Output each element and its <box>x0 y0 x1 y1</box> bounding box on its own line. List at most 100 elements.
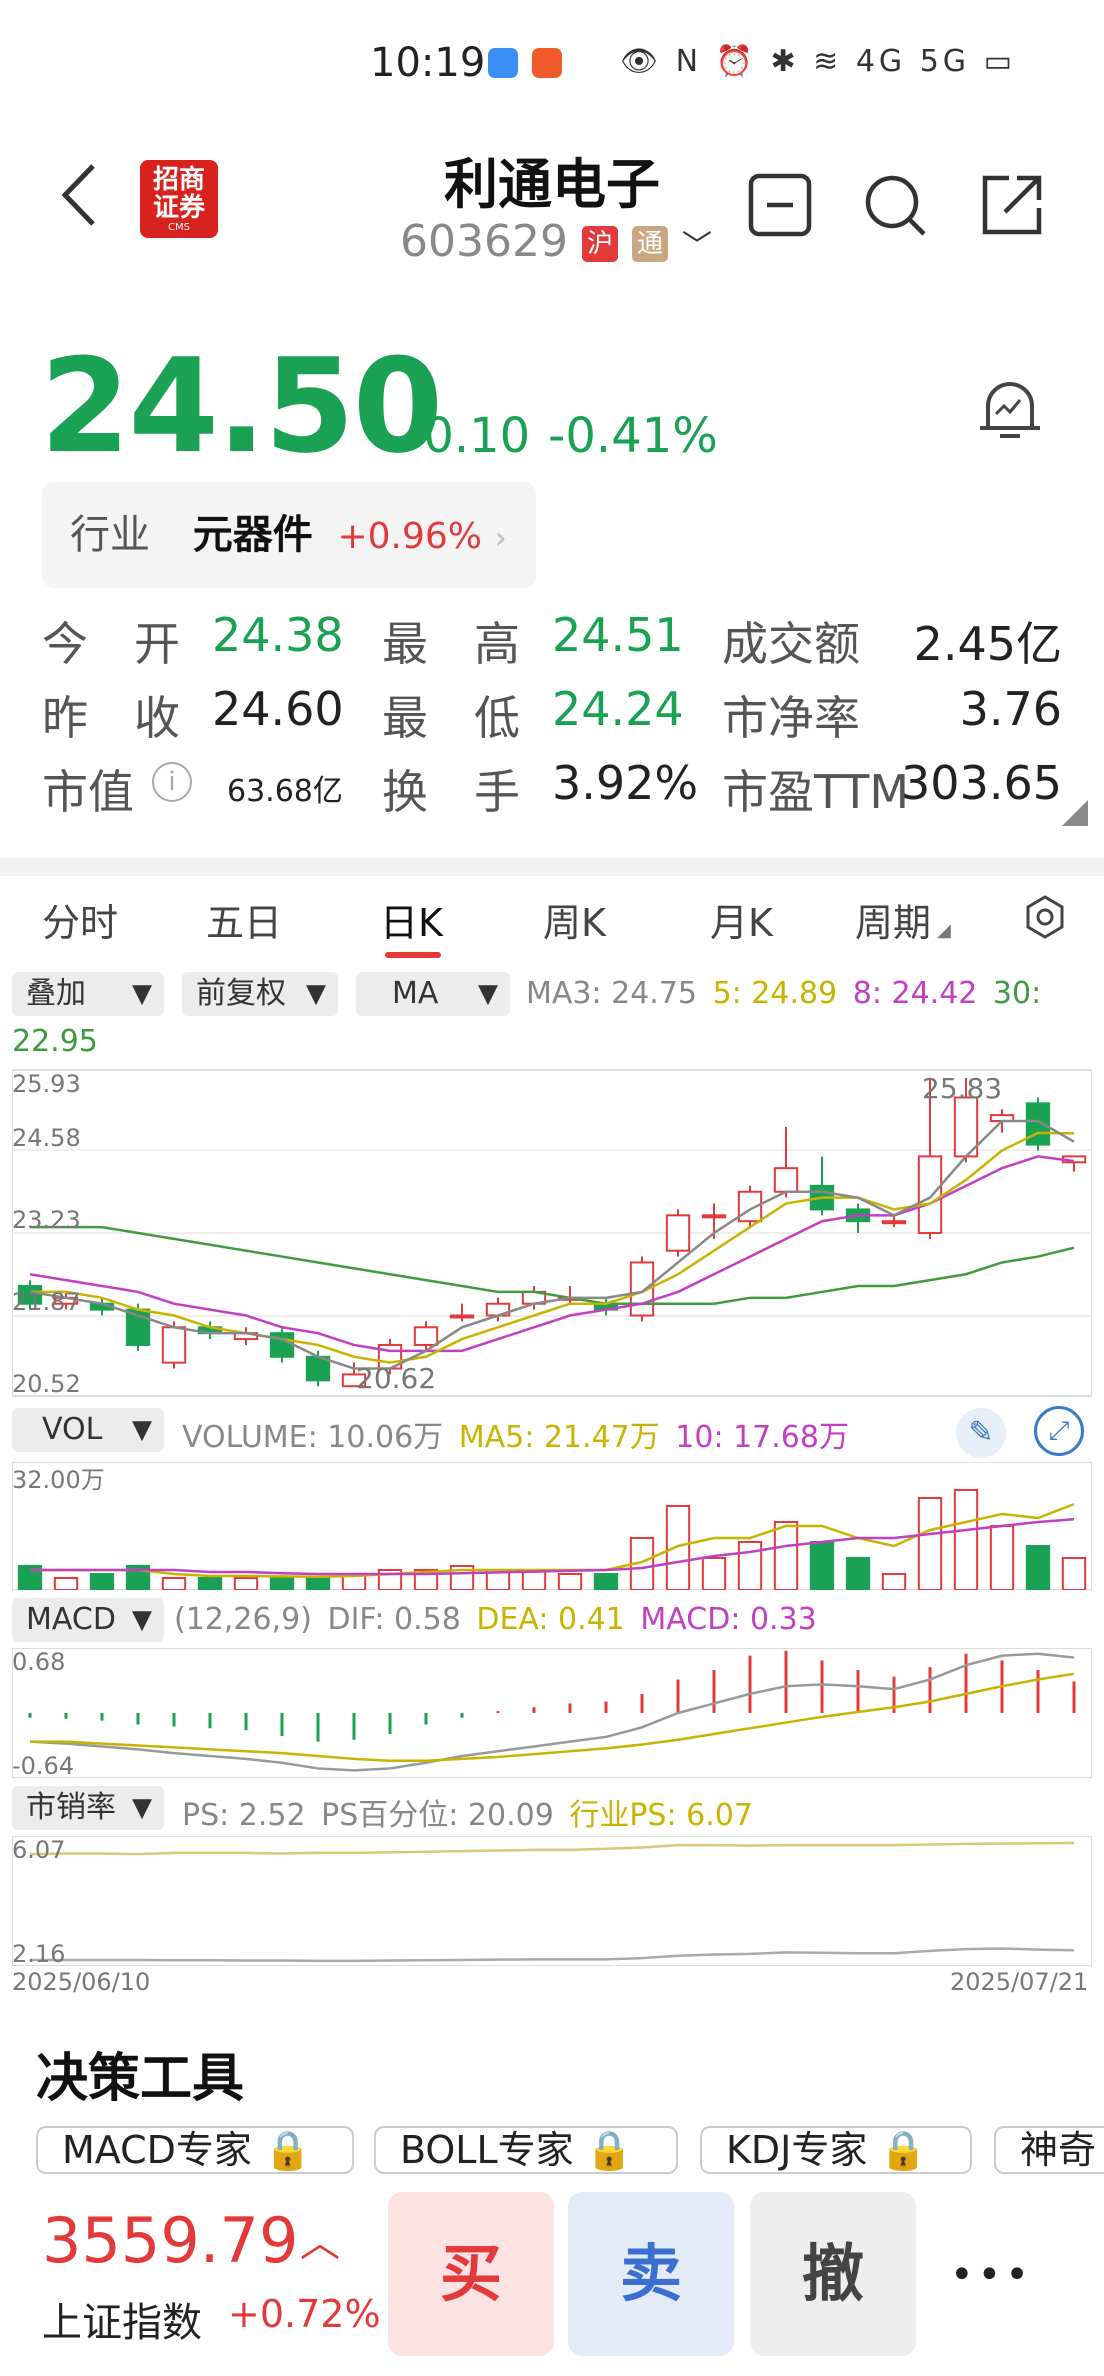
kline-chart[interactable] <box>12 1068 1092 1398</box>
tab-weekly-k[interactable]: 周K <box>543 892 606 947</box>
volume-bar <box>1061 1557 1087 1590</box>
overlay-select[interactable]: 叠加 ▼ <box>12 972 164 1016</box>
industry-change: +0.96% <box>337 516 482 557</box>
ma-select[interactable]: MA ▼ <box>356 972 510 1016</box>
macd-y-bottom: -0.64 <box>12 1752 75 1780</box>
cloud-notification-icon <box>488 48 518 78</box>
macd-chart[interactable] <box>12 1648 1092 1778</box>
industry-ps-line <box>29 1841 1075 1856</box>
volume-bar <box>197 1577 223 1590</box>
high-value: 24.51 <box>552 608 684 662</box>
low-value: 24.24 <box>552 682 684 736</box>
dropdown-arrow-icon: ▼ <box>478 979 498 1009</box>
volume-bar <box>269 1577 295 1590</box>
cancel-order-button[interactable]: 撤 <box>750 2192 916 2356</box>
industry-ps: 行业PS: 6.07 <box>569 1798 753 1833</box>
adjust-select[interactable]: 前复权 ▼ <box>182 972 338 1016</box>
buy-button[interactable]: 买 <box>388 2192 554 2356</box>
ps-chart[interactable] <box>12 1836 1092 1966</box>
remove-watchlist-icon[interactable] <box>745 170 815 240</box>
chevron-down-icon: ﹀ <box>681 229 712 264</box>
search-icon[interactable] <box>860 170 930 240</box>
ma3-line <box>29 1119 1075 1370</box>
fullscreen-icon[interactable]: ⤢ <box>1034 1406 1084 1456</box>
dropdown-arrow-icon: ▼ <box>132 979 152 1009</box>
ps-percentile: PS百分位: 20.09 <box>321 1798 554 1833</box>
quote-stats: 今 开 24.38 最 高 24.51 成交额 2.45亿 昨 收 24.60 … <box>42 600 1062 822</box>
info-icon[interactable]: i <box>152 762 192 802</box>
bottom-bar: 3559.79 ︿ 上证指数 +0.72% 买 卖 撤 ••• <box>0 2180 1104 2376</box>
stock-title[interactable]: 利通电子 <box>0 140 1104 219</box>
volume-bar <box>953 1489 979 1590</box>
overlay-select-label: 叠加 <box>26 976 86 1011</box>
kline-min-label: 20.62 <box>356 1362 437 1395</box>
period-tabs: 分时 五日 日K 周K 月K 周期 ◢ <box>0 880 1104 960</box>
tab-intraday[interactable]: 分时 <box>42 892 118 947</box>
macd-select[interactable]: MACD ▼ <box>12 1598 164 1642</box>
prev-close-value: 24.60 <box>212 682 344 736</box>
pe-value: 303.65 <box>901 756 1062 810</box>
magic-chip[interactable]: 神奇 <box>994 2126 1104 2174</box>
sell-button[interactable]: 卖 <box>568 2192 734 2356</box>
date-end: 2025/07/21 <box>950 1968 1089 1996</box>
candle-body <box>881 1220 907 1225</box>
volume-bar <box>89 1573 115 1590</box>
macd-select-label: MACD <box>26 1602 116 1637</box>
price-change-pct: -0.41% <box>548 408 718 464</box>
pb-label: 市净率 <box>722 691 860 745</box>
turnover-amt-value: 2.45亿 <box>913 617 1062 671</box>
tab-period[interactable]: 周期 <box>855 892 931 947</box>
date-start: 2025/06/10 <box>12 1968 151 1996</box>
index-value[interactable]: 3559.79 <box>42 2204 298 2277</box>
market-tag: 沪 <box>581 226 618 262</box>
macd-dif: DIF: 0.58 <box>327 1602 461 1637</box>
volume-chart[interactable] <box>12 1462 1092 1590</box>
settings-gear-icon[interactable] <box>1022 894 1068 940</box>
chevron-up-icon: ︿ <box>300 2220 340 2266</box>
macd-params: (12,26,9) <box>174 1602 312 1637</box>
index-name: 上证指数 <box>42 2300 202 2346</box>
price-alert-bell-icon[interactable] <box>970 370 1050 450</box>
macd-expert-chip[interactable]: MACD专家 🔒 <box>36 2126 354 2174</box>
active-tab-indicator <box>385 952 441 958</box>
tab-monthly-k[interactable]: 月K <box>710 892 773 947</box>
volume-legend: VOLUME: 10.06万 MA5: 21.47万 10: 17.68万 <box>182 1412 849 1456</box>
volume-bar <box>809 1541 835 1590</box>
volume-bar <box>701 1557 727 1590</box>
boll-expert-chip[interactable]: BOLL专家 🔒 <box>374 2126 678 2174</box>
mcap-label: 市值 <box>42 765 134 819</box>
share-icon[interactable] <box>975 170 1045 240</box>
more-icon[interactable]: ••• <box>950 2252 1033 2298</box>
ps-legend: PS: 2.52 PS百分位: 20.09 行业PS: 6.07 <box>182 1790 753 1834</box>
volume-y-label: 32.00万 <box>12 1466 105 1494</box>
macd-y-top: 0.68 <box>12 1648 66 1676</box>
kdj-expert-chip[interactable]: KDJ专家 🔒 <box>700 2126 972 2174</box>
ps-y-bottom: 2.16 <box>12 1940 66 1968</box>
volume-bar <box>53 1577 79 1590</box>
draw-pencil-icon[interactable]: ✎ <box>956 1408 1006 1458</box>
tab-five-day[interactable]: 五日 <box>206 892 282 947</box>
tab-daily-k[interactable]: 日K <box>380 892 443 947</box>
industry-badge[interactable]: 行业 元器件 +0.96% › <box>42 482 536 588</box>
candle-body <box>773 1167 799 1193</box>
expand-corner-icon[interactable] <box>1062 800 1088 826</box>
volume-bar <box>665 1505 691 1590</box>
adjust-select-label: 前复权 <box>196 976 286 1011</box>
app-notification-icon <box>532 48 562 78</box>
volume-bar <box>737 1541 763 1590</box>
vol-ma10: 10: 17.68万 <box>675 1420 849 1455</box>
candle-body <box>161 1326 187 1364</box>
dropdown-arrow-icon: ▼ <box>306 979 326 1009</box>
ma8-line <box>29 1155 1075 1353</box>
low-label: 最 低 <box>382 691 520 745</box>
section-divider <box>0 858 1104 876</box>
candle-body <box>917 1155 943 1234</box>
volume-bar <box>593 1573 619 1590</box>
volume-bar <box>917 1497 943 1590</box>
ps-select[interactable]: 市销率 ▼ <box>12 1786 164 1830</box>
volume-bar <box>305 1577 331 1590</box>
volume-select[interactable]: VOL ▼ <box>12 1408 164 1452</box>
ps-select-label: 市销率 <box>26 1790 116 1825</box>
chevron-right-icon: › <box>494 521 507 556</box>
stock-code-row[interactable]: 603629 沪 通 ﹀ <box>400 216 712 267</box>
